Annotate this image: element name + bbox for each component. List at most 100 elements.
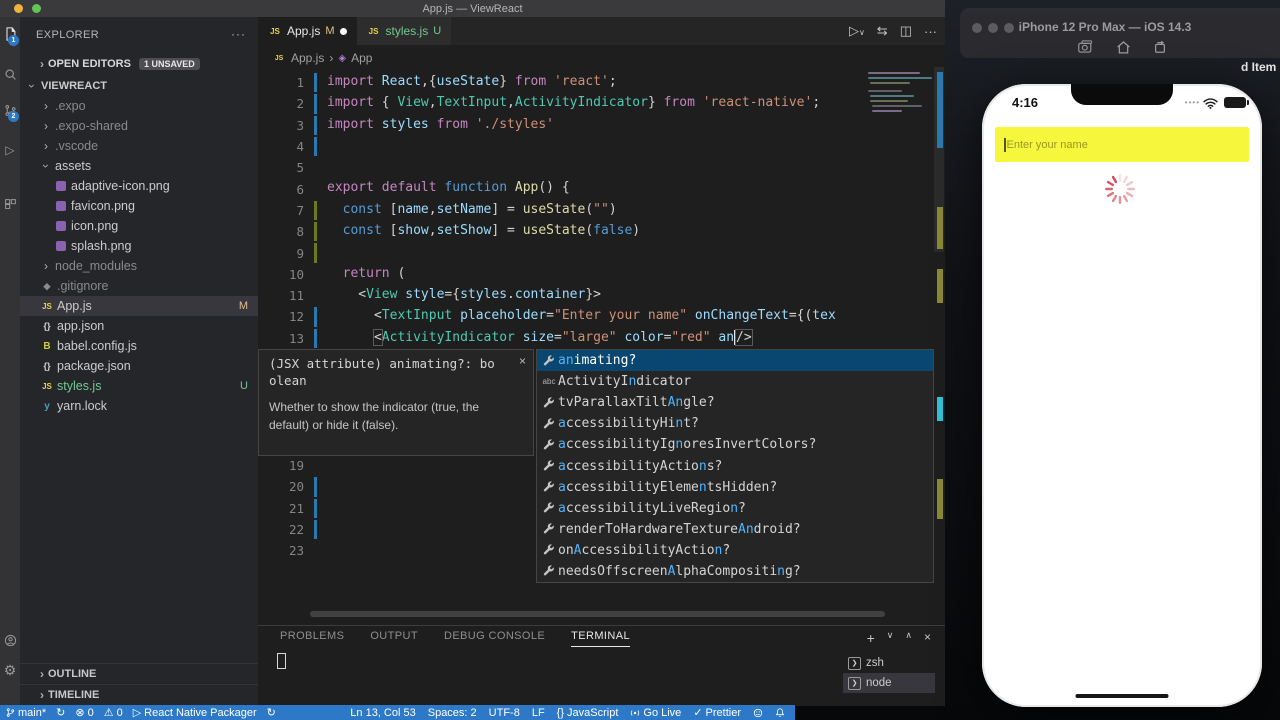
new-terminal-icon[interactable]: +	[867, 630, 875, 646]
chevron-down-icon[interactable]: ∨	[887, 630, 894, 646]
explorer-item--expo-shared[interactable]: › .expo-shared	[20, 116, 258, 136]
suggestion-accessibilityliveregion-[interactable]: a ccessibilityLiveRegio n?	[537, 498, 933, 519]
terminal-cursor[interactable]	[277, 653, 286, 669]
minimap[interactable]	[866, 70, 936, 122]
explorer-item-viewreact[interactable]: › VIEWREACT	[20, 76, 258, 96]
suggestion-accessibilityignoresinvertcolors-[interactable]: a ccessibilityIg n oresInvertColors?	[537, 434, 933, 455]
explorer-item-app-js[interactable]: JS App.js M	[20, 296, 258, 316]
simulator-titlebar[interactable]: iPhone 12 Pro Max — iOS 14.3	[960, 8, 1280, 58]
code-line-7[interactable]: 7 const [name,setName] = useState("")	[258, 200, 945, 221]
minimize-traffic-light[interactable]	[14, 4, 23, 13]
eol-indicator[interactable]: LF	[532, 707, 545, 719]
window-titlebar[interactable]: App.js — ViewReact	[0, 0, 945, 17]
suggestion-accessibilityhint-[interactable]: a ccessibilityHi n t?	[537, 413, 933, 434]
code-line-4[interactable]: 4	[258, 136, 945, 157]
explorer-item--vscode[interactable]: › .vscode	[20, 136, 258, 156]
run-debug-icon[interactable]: ▷	[0, 139, 20, 161]
code-line-21[interactable]: 21	[258, 498, 378, 519]
screenshot-camera-icon[interactable]	[1078, 40, 1094, 59]
indentation-indicator[interactable]: Spaces: 2	[428, 707, 477, 719]
tab-terminal[interactable]: TERMINAL	[571, 630, 630, 647]
tab-output[interactable]: OUTPUT	[370, 630, 418, 647]
sync-changes-icon[interactable]: ↻	[56, 706, 65, 719]
maximize-panel-icon[interactable]: ∧	[905, 630, 912, 646]
name-text-input[interactable]: Enter your name	[995, 127, 1249, 162]
terminal-item-node[interactable]: ❯ node	[843, 673, 935, 693]
terminal-item-zsh[interactable]: ❯ zsh	[843, 653, 935, 673]
suggestion-onaccessibilityaction-[interactable]: on AccessibilityActio n?	[537, 540, 933, 561]
code-line-10[interactable]: 10 return (	[258, 264, 945, 285]
feedback-icon[interactable]	[753, 708, 763, 718]
explorer-item-icon-png[interactable]: icon.png	[20, 216, 258, 236]
code-line-19[interactable]: 19	[258, 455, 378, 476]
tab-styles-js[interactable]: JS styles.js U	[356, 17, 452, 45]
code-line-12[interactable]: 12 <TextInput placeholder="Enter your na…	[258, 306, 945, 327]
split-editor-icon[interactable]: ◫	[900, 23, 912, 39]
open-editors-section[interactable]: › OPEN EDITORS 1 UNSAVED	[20, 53, 274, 75]
outline-section[interactable]: › OUTLINE	[20, 663, 274, 684]
language-indicator[interactable]: {} JavaScript	[557, 707, 619, 719]
zoom-traffic-light[interactable]	[32, 4, 41, 13]
prettier-indicator[interactable]: ✓ Prettier	[693, 706, 741, 720]
search-icon[interactable]	[0, 63, 20, 85]
suggestion-animating-[interactable]: an imating?	[537, 350, 933, 372]
explorer-item-styles-js[interactable]: JS styles.js U	[20, 376, 258, 396]
code-line-2[interactable]: 2 import { View,TextInput,ActivityIndicat…	[258, 93, 945, 114]
suggestion-accessibilityactions-[interactable]: a ccessibilityActio n s?	[537, 455, 933, 476]
explorer-item--gitignore[interactable]: ◆ .gitignore	[20, 276, 258, 296]
code-line-22[interactable]: 22	[258, 519, 378, 540]
code-line-11[interactable]: 11 <View style={styles.container}>	[258, 285, 945, 306]
encoding-indicator[interactable]: UTF-8	[489, 707, 520, 719]
account-icon[interactable]	[0, 629, 20, 651]
home-indicator[interactable]	[1075, 693, 1169, 698]
unsaved-dot-icon[interactable]	[339, 27, 347, 35]
tab-debug-console[interactable]: DEBUG CONSOLE	[444, 630, 545, 647]
code-line-23[interactable]: 23	[258, 540, 378, 561]
more-actions-icon[interactable]: ···	[924, 24, 937, 39]
code-line-1[interactable]: 1 import React,{useState} from 'react';	[258, 72, 945, 93]
code-line-9[interactable]: 9	[258, 242, 945, 263]
explorer-item-splash-png[interactable]: splash.png	[20, 236, 258, 256]
run-or-debug-icon[interactable]: ▷∨	[849, 23, 865, 39]
explorer-item-app-json[interactable]: {} app.json	[20, 316, 258, 336]
suggestion-activityindicator[interactable]: abc ActivityI n dicator	[537, 371, 933, 392]
horizontal-scrollbar[interactable]	[310, 611, 885, 617]
close-icon[interactable]: ×	[519, 354, 526, 368]
code-line-3[interactable]: 3 import styles from './styles'	[258, 115, 945, 136]
explorer-more-actions[interactable]: ···	[231, 27, 246, 41]
code-line-5[interactable]: 5	[258, 157, 945, 178]
explorer-item-babel-config-js[interactable]: Bbabel.config.js	[20, 336, 258, 356]
notifications-bell-icon[interactable]	[775, 707, 785, 718]
suggestion-needsoffscreenalphacompositing-[interactable]: needsOffscreen AlphaCompositi n g?	[537, 561, 933, 582]
code-area[interactable]: 1 import React,{useState} from 'react'; 2 i…	[258, 72, 945, 349]
rotate-device-icon[interactable]	[1153, 40, 1167, 59]
code-line-6[interactable]: 6 export default function App() {	[258, 178, 945, 199]
breadcrumb[interactable]: JS App.js › ◈ App	[272, 47, 373, 69]
explorer-item-adaptive-icon-png[interactable]: adaptive-icon.png	[20, 176, 258, 196]
errors-indicator[interactable]: ⊗ 0	[75, 706, 93, 720]
tab-problems[interactable]: PROBLEMS	[280, 630, 344, 647]
warnings-indicator[interactable]: ⚠ 0	[104, 706, 123, 720]
tab-app-js[interactable]: JS App.js M	[258, 17, 357, 45]
settings-gear-icon[interactable]: ⚙	[0, 659, 20, 681]
suggestion-rendertohardwaretextureandroid-[interactable]: renderToHardwareTexture An droid?	[537, 519, 933, 540]
extensions-icon[interactable]	[0, 193, 20, 215]
suggestion-accessibilityelementshidden-[interactable]: a ccessibilityEleme n tsHidden?	[537, 477, 933, 498]
cursor-position[interactable]: Ln 13, Col 53	[350, 707, 415, 719]
git-branch-indicator[interactable]: main*	[6, 707, 46, 719]
go-live-button[interactable]: Go Live	[630, 707, 681, 719]
explorer-item-favicon-png[interactable]: favicon.png	[20, 196, 258, 216]
code-line-13[interactable]: 13 <ActivityIndicator size="large" color…	[258, 328, 945, 349]
close-panel-icon[interactable]: ×	[924, 630, 931, 646]
open-changes-icon[interactable]: ⇆	[877, 23, 888, 39]
refresh-icon[interactable]: ↻	[267, 706, 276, 719]
task-indicator[interactable]: ▷ React Native Packager	[133, 706, 257, 720]
explorer-item-assets[interactable]: › assets	[20, 156, 258, 176]
code-line-8[interactable]: 8 const [show,setShow] = useState(false)	[258, 221, 945, 242]
timeline-section[interactable]: › TIMELINE	[20, 684, 274, 705]
suggestion-tvparallaxtiltangle-[interactable]: tvParallaxTilt An gle?	[537, 392, 933, 413]
explorer-item-node-modules[interactable]: › node_modules	[20, 256, 258, 276]
code-line-20[interactable]: 20	[258, 476, 378, 497]
home-icon[interactable]	[1116, 40, 1131, 59]
explorer-item-package-json[interactable]: {} package.json	[20, 356, 258, 376]
